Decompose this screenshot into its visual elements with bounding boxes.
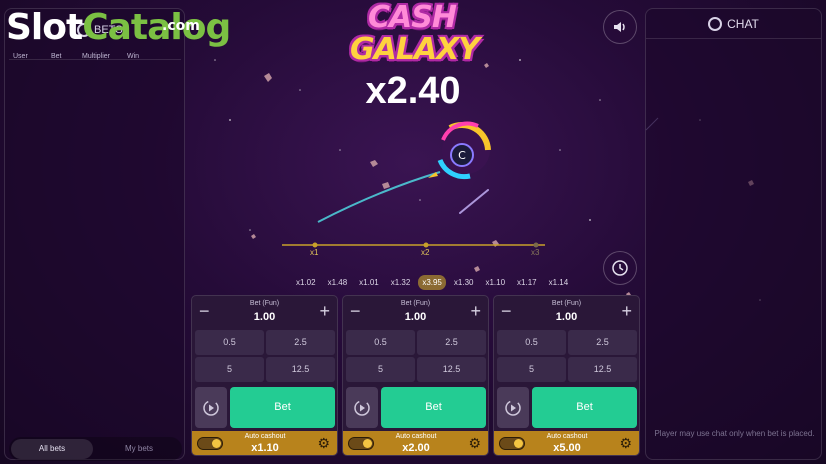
gear-icon[interactable]: ⚙	[619, 436, 632, 450]
gear-icon[interactable]: ⚙	[317, 436, 330, 450]
bet-amount[interactable]: 1.00	[494, 311, 639, 323]
track-marker-x1	[312, 242, 318, 248]
track-marker-x2	[423, 242, 429, 248]
history-chip: x1.30	[453, 278, 474, 287]
auto-cashout-bar: Auto cashout x5.00 ⚙	[494, 431, 639, 455]
place-bet-button[interactable]: Bet	[532, 387, 637, 428]
track-label-x2: x2	[421, 248, 430, 257]
game-logo: CASH GALAXY	[350, 0, 480, 68]
place-bet-button[interactable]: Bet	[381, 387, 486, 428]
autoplay-icon	[354, 399, 370, 416]
svg-text:C: C	[458, 149, 466, 162]
sound-button[interactable]	[603, 10, 637, 44]
history-chip: x1.32	[390, 278, 411, 287]
column-user: User	[13, 53, 28, 60]
quick-bet-button[interactable]: 12.5	[417, 357, 486, 382]
history-button[interactable]	[603, 251, 637, 285]
bet-panel-2: − + Bet (Fun) 1.00 0.5 2.5 5 12.5 Bet Au…	[342, 295, 489, 456]
quick-bet-button[interactable]: 2.5	[266, 330, 335, 355]
clock-icon	[612, 260, 628, 276]
quick-bet-button[interactable]: 2.5	[417, 330, 486, 355]
history-chip: x1.14	[548, 278, 569, 287]
watermark-suffix: .com	[162, 18, 200, 34]
quick-bet-button[interactable]: 0.5	[346, 330, 415, 355]
auto-cashout-bar: Auto cashout x1.10 ⚙	[192, 431, 337, 455]
column-multiplier: Multiplier	[82, 53, 111, 60]
autoplay-icon	[505, 399, 521, 416]
bet-amount[interactable]: 1.00	[192, 311, 337, 323]
auto-cashout-label: Auto cashout	[395, 433, 437, 440]
bets-tab-bar: All bets My bets	[9, 437, 182, 461]
tab-my-bets[interactable]: My bets	[98, 439, 180, 459]
auto-cashout-value[interactable]: x2.00	[373, 442, 459, 454]
quick-bet-button[interactable]: 12.5	[568, 357, 637, 382]
bet-label: Bet (Fun)	[551, 300, 582, 307]
history-chip: x1.01	[359, 278, 379, 287]
watermark-logo: SlotCatalog .com	[6, 7, 231, 48]
track-label-x1: x1	[310, 248, 319, 257]
autoplay-button[interactable]	[346, 387, 378, 428]
autoplay-icon	[203, 399, 219, 416]
game-title-line1: CASH	[368, 0, 457, 35]
quick-bet-button[interactable]: 5	[195, 357, 264, 382]
auto-cashout-label: Auto cashout	[244, 433, 286, 440]
column-bet: Bet	[51, 53, 62, 60]
quick-bet-button[interactable]: 0.5	[195, 330, 264, 355]
watermark-part1: Slot	[6, 7, 83, 48]
chat-title: CHAT	[727, 16, 759, 31]
history-chip: x1.17	[517, 278, 537, 287]
bet-panel-3: − + Bet (Fun) 1.00 0.5 2.5 5 12.5 Bet Au…	[493, 295, 640, 456]
place-bet-button[interactable]: Bet	[230, 387, 335, 428]
bet-label: Bet (Fun)	[400, 300, 431, 307]
bets-panel: BETS User Bet Multiplier Win All bets My…	[4, 8, 185, 461]
auto-cashout-label: Auto cashout	[546, 433, 588, 440]
auto-cashout-bar: Auto cashout x2.00 ⚙	[343, 431, 488, 455]
auto-cashout-toggle[interactable]	[197, 437, 223, 450]
chat-note: Player may use chat only when bet is pla…	[654, 429, 815, 438]
history-chip: x1.02	[296, 278, 316, 287]
track-marker-x3	[533, 242, 539, 248]
bets-column-headers: User Bet Multiplier Win	[9, 53, 181, 60]
game-title-line2: GALAXY	[350, 32, 480, 67]
chat-header: CHAT	[646, 9, 821, 39]
chat-panel: CHAT Player may use chat only when bet i…	[645, 8, 822, 460]
speaker-icon	[614, 22, 625, 32]
multiplier-history: x1.02 x1.48 x1.01 x1.32 x3.95 x1.30 x1.1…	[292, 275, 602, 291]
watermark-part2: Catalog	[82, 7, 231, 48]
column-win: Win	[127, 53, 140, 60]
auto-cashout-toggle[interactable]	[499, 437, 525, 450]
autoplay-button[interactable]	[497, 387, 529, 428]
autoplay-button[interactable]	[195, 387, 227, 428]
auto-cashout-value[interactable]: x5.00	[524, 442, 610, 454]
bet-panel-1: − + Bet (Fun) 1.00 0.5 2.5 5 12.5 Bet Au…	[191, 295, 338, 456]
shooting-star	[459, 189, 489, 214]
quick-bet-button[interactable]: 5	[497, 357, 566, 382]
track-label-x3: x3	[531, 248, 540, 257]
rocket-icon: C	[428, 121, 491, 180]
history-chip-highlight: x3.95	[418, 275, 446, 290]
ring-logo-icon	[708, 16, 723, 31]
auto-cashout-value[interactable]: x1.10	[222, 442, 308, 454]
bet-amount[interactable]: 1.00	[343, 311, 488, 323]
current-multiplier: x2.40	[365, 70, 461, 112]
bet-label: Bet (Fun)	[249, 300, 280, 307]
quick-bet-button[interactable]: 5	[346, 357, 415, 382]
quick-bet-button[interactable]: 0.5	[497, 330, 566, 355]
gear-icon[interactable]: ⚙	[468, 436, 481, 450]
flight-trail	[317, 171, 441, 223]
quick-bet-button[interactable]: 2.5	[568, 330, 637, 355]
quick-bet-button[interactable]: 12.5	[266, 357, 335, 382]
auto-cashout-toggle[interactable]	[348, 437, 374, 450]
history-chip: x1.10	[485, 278, 506, 287]
tab-all-bets[interactable]: All bets	[11, 439, 93, 459]
history-chip: x1.48	[327, 278, 348, 287]
